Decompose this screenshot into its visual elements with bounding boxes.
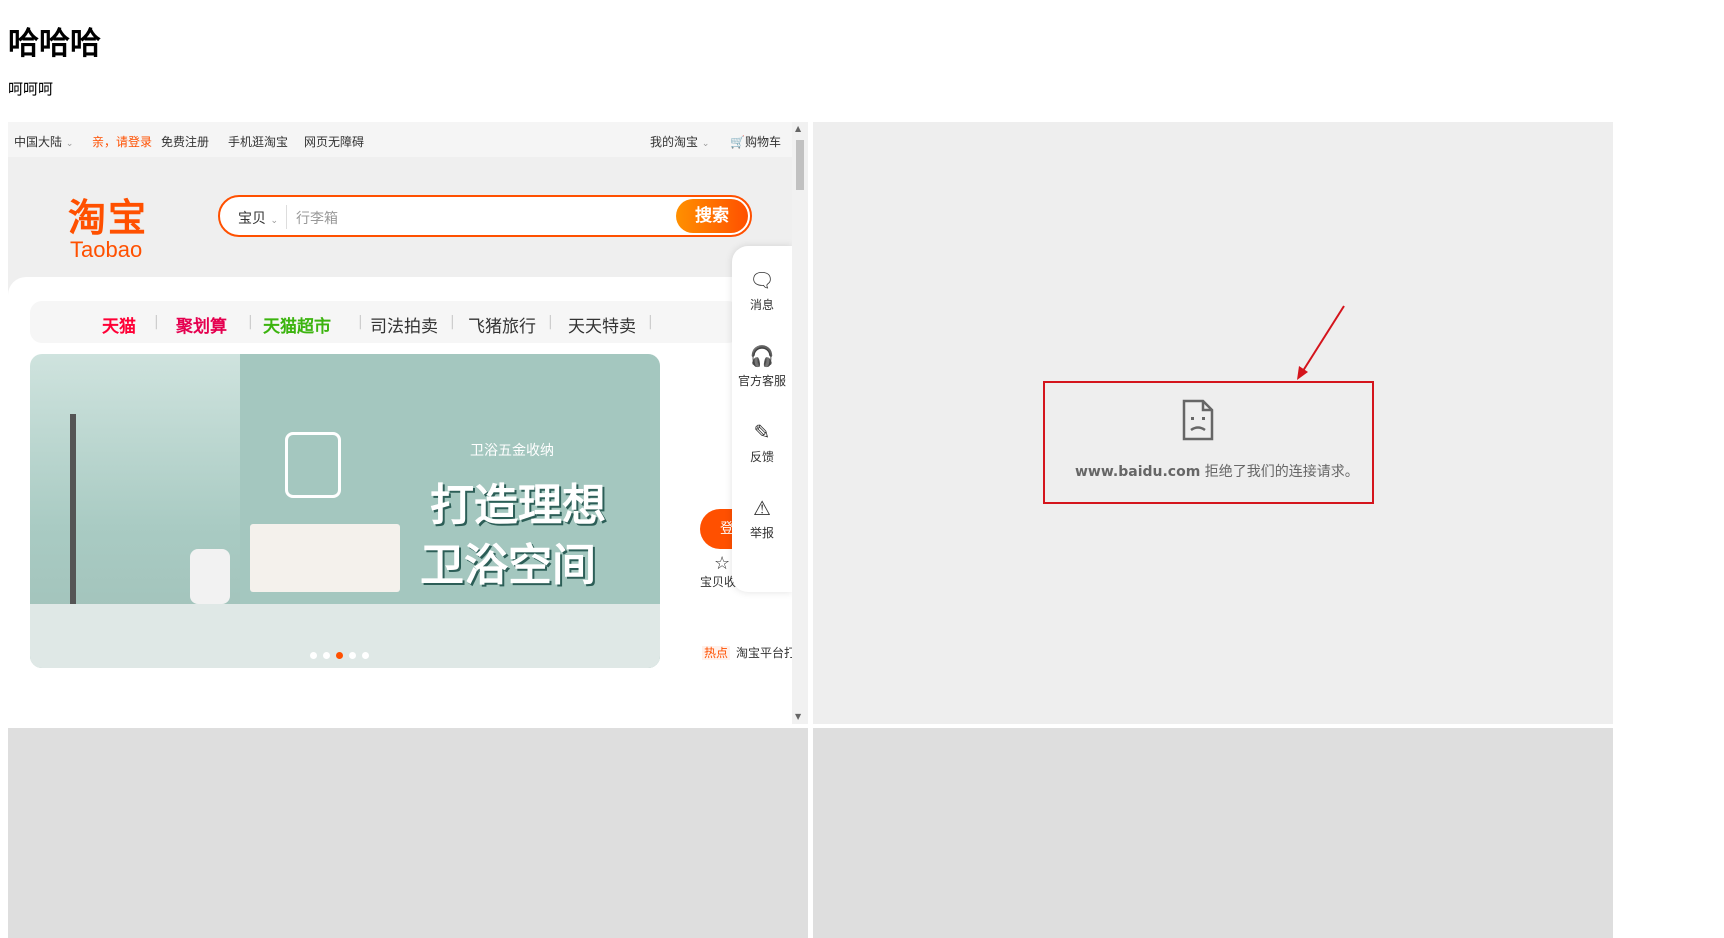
scroll-down-icon[interactable]: ▼: [795, 712, 801, 721]
cart-icon: 🛒: [730, 135, 745, 149]
banner-headline-1: 打造理想: [430, 480, 606, 531]
taobao-logo-en: Taobao: [70, 237, 143, 262]
sad-document-icon: [1182, 399, 1214, 441]
taobao-logo[interactable]: 淘宝: [68, 187, 148, 242]
message-icon: 🗨: [749, 268, 775, 292]
iframe-taobao[interactable]: 中国大陆 ⌄ 亲，请登录 免费注册 手机逛淘宝 网页无障碍 我的淘宝 ⌄ 🛒购物…: [8, 122, 808, 724]
region-selector[interactable]: 中国大陆 ⌄: [14, 133, 73, 150]
scroll-thumb[interactable]: [796, 140, 804, 190]
taobao-body: 天猫 | 聚划算 | 天猫超市 | 司法拍卖 | 飞猪旅行 | 天天特卖 | 卫浴五金收纳 打造理想 …: [8, 277, 796, 724]
side-item-0[interactable]: 🗨 消息: [732, 268, 792, 313]
news-item[interactable]: 热点 淘宝平台打: [702, 644, 796, 661]
nav-item-1[interactable]: 聚划算: [176, 312, 227, 337]
headset-icon: 🎧: [749, 344, 775, 368]
banner-mirror: [285, 432, 341, 498]
search-category-select[interactable]: 宝贝 ⌄: [238, 208, 278, 228]
banner-dot[interactable]: [349, 652, 356, 659]
service-nav: 天猫 | 聚划算 | 天猫超市 | 司法拍卖 | 飞猪旅行 | 天天特卖 |: [30, 301, 740, 343]
nav-separator: |: [248, 314, 253, 330]
warning-icon: ⚠: [753, 496, 771, 520]
error-text: 拒绝了我们的连接请求。: [1204, 464, 1359, 480]
nav-item-0[interactable]: 天猫: [102, 312, 136, 337]
banner-headline-2: 卫浴空间: [420, 540, 596, 591]
promo-banner[interactable]: 卫浴五金收纳 打造理想 卫浴空间: [30, 354, 660, 668]
banner-tag: 卫浴五金收纳: [470, 443, 554, 459]
search-divider: [286, 205, 287, 229]
login-link[interactable]: 亲，请登录: [92, 133, 152, 150]
search-box: 宝贝 ⌄ 行李箱 搜索: [218, 195, 752, 237]
error-highlight-box: www.baidu.com 拒绝了我们的连接请求。: [1043, 381, 1374, 504]
nav-separator: |: [450, 314, 455, 330]
side-item-label: 消息: [749, 298, 774, 312]
banner-toilet: [190, 549, 230, 604]
register-link[interactable]: 免费注册: [161, 133, 209, 150]
iframe-empty-right[interactable]: [813, 728, 1613, 938]
nav-item-3[interactable]: 司法拍卖: [370, 312, 438, 337]
iframe-baidu[interactable]: www.baidu.com 拒绝了我们的连接请求。: [813, 122, 1613, 724]
side-item-3[interactable]: ⚠ 举报: [732, 496, 792, 541]
nav-separator: |: [548, 314, 553, 330]
nav-separator: |: [648, 314, 653, 330]
side-item-label: 官方客服: [737, 374, 786, 388]
side-item-1[interactable]: 🎧 官方客服: [732, 344, 792, 389]
hot-badge: 热点: [702, 646, 731, 660]
side-item-label: 反馈: [749, 450, 774, 464]
nav-item-2[interactable]: 天猫超市: [263, 312, 331, 337]
accessible-link[interactable]: 网页无障碍: [304, 133, 364, 150]
search-input[interactable]: 行李箱: [296, 208, 338, 228]
banner-dot[interactable]: [323, 652, 330, 659]
search-button[interactable]: 搜索: [676, 199, 748, 233]
scroll-up-icon[interactable]: ▲: [795, 124, 801, 133]
my-taobao-link[interactable]: 我的淘宝 ⌄: [650, 133, 709, 150]
banner-shower: [70, 414, 76, 604]
banner-dot[interactable]: [362, 652, 369, 659]
cart-link[interactable]: 🛒购物车: [730, 133, 781, 150]
edit-icon: ✎: [753, 420, 771, 444]
error-message: www.baidu.com 拒绝了我们的连接请求。: [1075, 461, 1359, 481]
mobile-taobao-link[interactable]: 手机逛淘宝: [228, 133, 288, 150]
banner-dot[interactable]: [310, 652, 317, 659]
banner-pagination[interactable]: [310, 644, 375, 663]
side-item-2[interactable]: ✎ 反馈: [732, 420, 792, 465]
side-item-label: 举报: [749, 526, 774, 540]
nav-separator: |: [358, 314, 363, 330]
nav-item-4[interactable]: 飞猪旅行: [468, 312, 536, 337]
news-text: 淘宝平台打: [736, 646, 797, 660]
banner-cabinet: [250, 524, 400, 592]
side-panel: 🗨 消息 🎧 官方客服 ✎ 反馈 ⚠ 举报: [732, 246, 792, 592]
error-domain: www.baidu.com: [1075, 464, 1201, 480]
page-paragraph: 呵呵呵: [8, 80, 54, 98]
iframe-empty-left[interactable]: [8, 728, 808, 938]
star-icon: ☆: [714, 553, 731, 574]
scrollbar[interactable]: ▲ ▼: [792, 122, 808, 724]
page-heading: 哈哈哈: [8, 26, 101, 62]
nav-item-5[interactable]: 天天特卖: [568, 312, 636, 337]
banner-dot[interactable]: [336, 652, 343, 659]
nav-separator: |: [154, 314, 159, 330]
taobao-topbar: 中国大陆 ⌄ 亲，请登录 免费注册 手机逛淘宝 网页无障碍 我的淘宝 ⌄ 🛒购物…: [8, 122, 792, 157]
